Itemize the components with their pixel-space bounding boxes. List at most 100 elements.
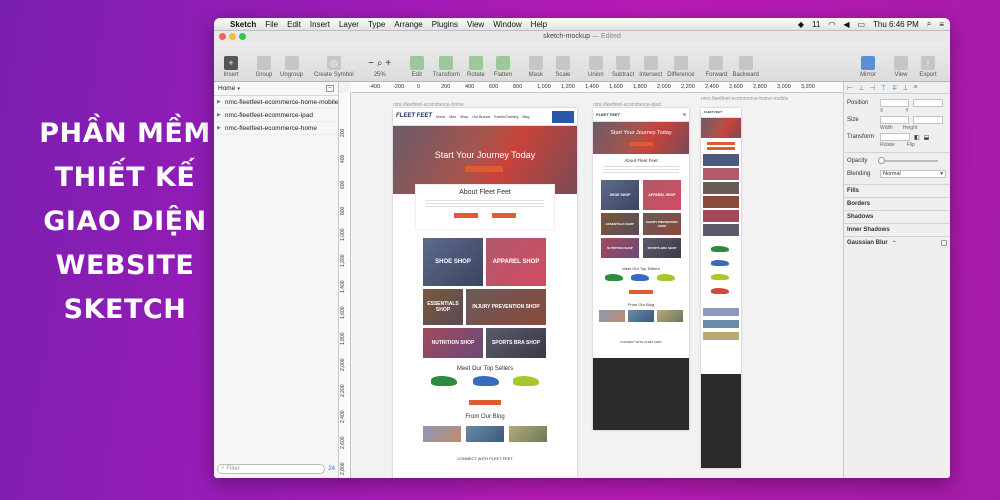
- menu-insert[interactable]: Insert: [310, 20, 330, 29]
- menu-view[interactable]: View: [467, 20, 484, 29]
- headline-line: THIẾT KẾ: [54, 162, 196, 193]
- artboard-mobile[interactable]: FLEET FEET: [701, 108, 741, 468]
- group-button[interactable]: Group: [253, 56, 275, 78]
- scale-button[interactable]: Scale: [552, 56, 574, 78]
- store-locator-badge: [552, 110, 574, 123]
- flip-horizontal-icon[interactable]: ◧: [914, 134, 920, 141]
- align-bottom-icon[interactable]: ⊥: [902, 84, 908, 92]
- hero-cta-button: [629, 142, 653, 146]
- forward-icon: [709, 56, 724, 70]
- disclosure-icon[interactable]: ▶: [217, 99, 221, 105]
- difference-button[interactable]: Difference: [667, 56, 694, 78]
- layer-item[interactable]: ▶ nmc-fleetfeet-ecommerce-home: [214, 122, 338, 135]
- gaussian-blur-section[interactable]: Gaussian Blur ⌃: [844, 236, 950, 249]
- headline-line: GIAO DIỆN: [43, 206, 207, 237]
- layer-item[interactable]: ▶ nmc-fleetfeet-ecommerce-home-mobile: [214, 96, 338, 109]
- flip-vertical-icon[interactable]: ⬓: [924, 134, 930, 141]
- battery-icon[interactable]: ▭: [857, 20, 865, 29]
- opacity-row: Opacity: [844, 156, 950, 166]
- ruler-tick-label: 2,600: [729, 84, 743, 90]
- about-card: About Fleet Feet: [415, 184, 555, 230]
- checkbox[interactable]: [941, 240, 947, 246]
- dropbox-icon[interactable]: ◆: [798, 20, 804, 29]
- fills-section[interactable]: Fills: [844, 184, 950, 197]
- menu-file[interactable]: File: [265, 20, 278, 29]
- create-symbol-button[interactable]: ◎ Create Symbol: [314, 56, 354, 78]
- connect-title: CONNECT WITH FLEET FEET: [457, 456, 513, 461]
- blog-image: [628, 310, 654, 322]
- height-label: Height: [902, 125, 918, 131]
- forward-button[interactable]: Forward: [705, 56, 727, 78]
- align-top-icon[interactable]: ⊤: [880, 84, 886, 92]
- page-selector[interactable]: Home ▾ −: [214, 82, 338, 96]
- subtract-button[interactable]: Subtract: [612, 56, 634, 78]
- rotate-button[interactable]: Rotate: [465, 56, 487, 78]
- shoe-image: [605, 274, 623, 281]
- wifi-icon[interactable]: ◠: [828, 20, 835, 29]
- menu-edit[interactable]: Edit: [287, 20, 301, 29]
- inner-shadows-section[interactable]: Inner Shadows: [844, 223, 950, 236]
- flatten-button[interactable]: Flatten: [492, 56, 514, 78]
- transform-button[interactable]: Transform: [433, 56, 460, 78]
- x-field[interactable]: [879, 99, 910, 107]
- shadows-section[interactable]: Shadows: [844, 210, 950, 223]
- ungroup-button[interactable]: Ungroup: [280, 56, 303, 78]
- blending-select[interactable]: Normal ▾: [880, 170, 946, 178]
- view-button[interactable]: View: [890, 56, 912, 78]
- width-field[interactable]: [879, 116, 910, 124]
- slider-handle[interactable]: [878, 157, 885, 164]
- x-label: X: [880, 108, 884, 114]
- search-icon[interactable]: ⌕: [927, 19, 931, 29]
- menu-arrange[interactable]: Arrange: [394, 20, 422, 29]
- canvas[interactable]: -400 -200 0 200 400 600 800 1,000 1,200 1,400 1,60…: [339, 82, 843, 478]
- menu-plugins[interactable]: Plugins: [432, 20, 458, 29]
- chevron-down-icon: ▾: [940, 171, 943, 177]
- align-right-icon[interactable]: ⊣: [869, 84, 875, 92]
- menu-app[interactable]: Sketch: [230, 20, 256, 29]
- mobile-tile: [703, 224, 739, 236]
- menu-type[interactable]: Type: [368, 20, 385, 29]
- align-center-icon[interactable]: ⊥: [858, 84, 864, 92]
- toggle-pages-icon[interactable]: −: [326, 85, 334, 92]
- hero-banner: [701, 118, 741, 138]
- toolbar-label: Union: [587, 72, 604, 78]
- zoom-control[interactable]: − ⌕ + 25%: [365, 56, 395, 79]
- opacity-slider[interactable]: [878, 157, 938, 164]
- chevron-updown-icon[interactable]: ⌃: [892, 240, 897, 247]
- status-count[interactable]: 11: [812, 20, 820, 29]
- align-middle-icon[interactable]: ∓: [891, 84, 897, 92]
- export-button[interactable]: ↑ Export: [917, 56, 939, 78]
- ruler-tick-label: 2,200: [681, 84, 695, 90]
- site-logo: FLEET FEET: [596, 111, 620, 117]
- y-field[interactable]: [913, 99, 943, 107]
- volume-icon[interactable]: ◀: [843, 20, 849, 29]
- layer-item[interactable]: ▶ nmc-fleetfeet-ecommerce-ipad: [214, 109, 338, 122]
- section-label: Inner Shadows: [847, 227, 890, 233]
- menu-window[interactable]: Window: [493, 20, 521, 29]
- mirror-button[interactable]: Mirror: [857, 56, 879, 78]
- filter-input[interactable]: ⌕ Filter: [217, 463, 326, 474]
- clock[interactable]: Thu 6:46 PM: [873, 20, 919, 29]
- union-button[interactable]: Union: [585, 56, 607, 78]
- menu-layer[interactable]: Layer: [339, 20, 359, 29]
- distribute-icon[interactable]: ≡: [913, 84, 917, 91]
- notification-icon[interactable]: ≡: [939, 20, 944, 29]
- disclosure-icon[interactable]: ▶: [217, 125, 221, 131]
- ruler-tick-label: -200: [393, 84, 405, 90]
- insert-button[interactable]: + Insert: [220, 56, 242, 78]
- artboard-desktop[interactable]: FLEET FEET Home Men Shop Our Brands Even…: [393, 108, 577, 478]
- mask-button[interactable]: Mask: [525, 56, 547, 78]
- artboard-label[interactable]: nmc-fleetfeet-ecommerce-home-mobile: [701, 96, 788, 102]
- intersect-button[interactable]: Intersect: [639, 56, 662, 78]
- rotate-field[interactable]: [880, 133, 910, 141]
- artboard-ipad[interactable]: FLEET FEET ≡ Start Your Journey Today Ab…: [593, 108, 689, 430]
- toolbar-label: Difference: [667, 72, 695, 78]
- borders-section[interactable]: Borders: [844, 197, 950, 210]
- ruler-tick-label: 2,000: [340, 358, 346, 371]
- height-field[interactable]: [913, 116, 943, 124]
- disclosure-icon[interactable]: ▶: [217, 112, 221, 118]
- menu-help[interactable]: Help: [531, 20, 547, 29]
- align-left-icon[interactable]: ⊢: [847, 84, 853, 92]
- backward-button[interactable]: Backward: [732, 56, 759, 78]
- edit-button[interactable]: Edit: [406, 56, 428, 78]
